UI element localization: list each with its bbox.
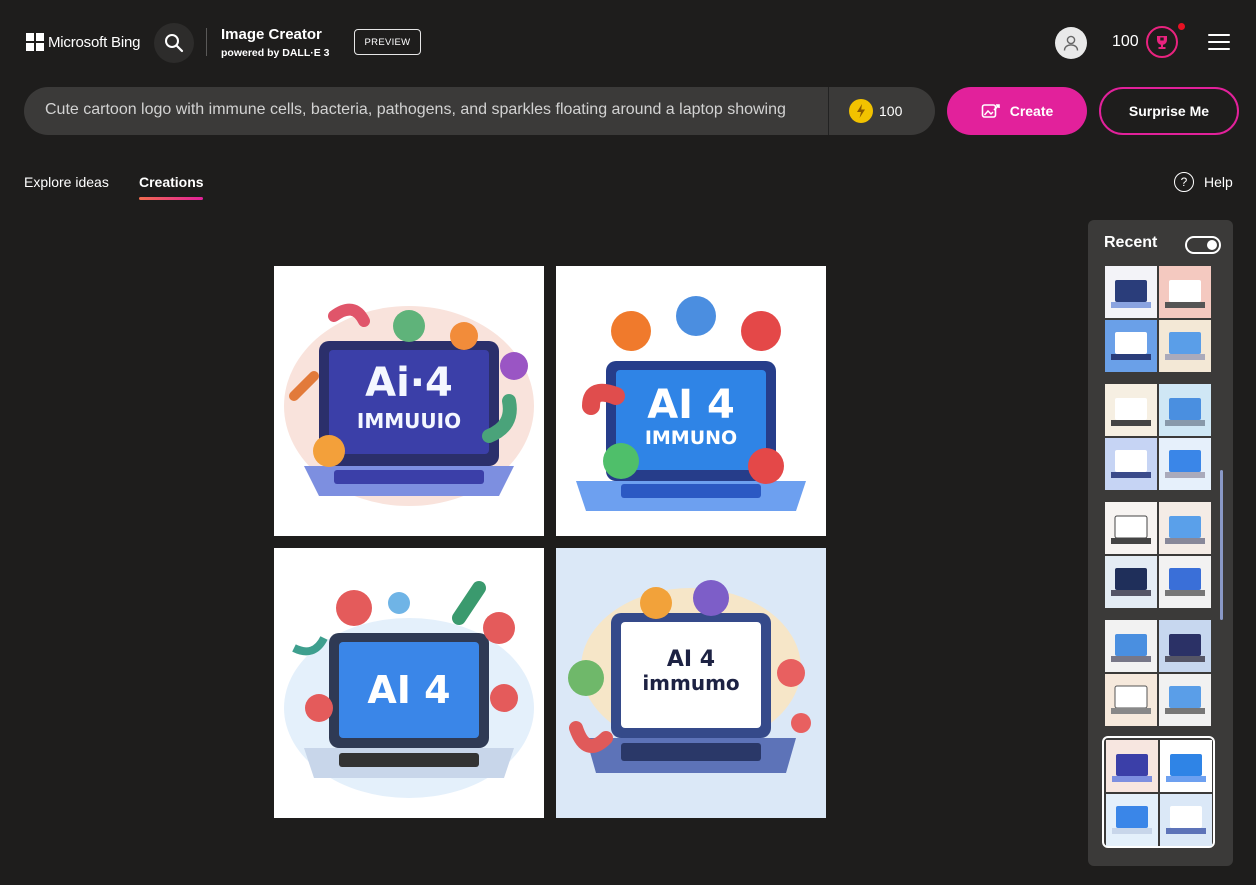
generated-image-2[interactable]: AI 4 IMMUNO — [556, 266, 826, 536]
generated-image-1[interactable]: Ai·4 IMMUUIO — [274, 266, 544, 536]
recent-thumb — [1159, 556, 1211, 608]
header-divider — [206, 28, 207, 56]
recent-thumb — [1159, 438, 1211, 490]
bing-logo[interactable]: Microsoft Bing — [26, 33, 140, 51]
search-icon — [165, 34, 184, 53]
recent-scrollbar[interactable] — [1220, 470, 1223, 620]
help-label: Help — [1204, 174, 1233, 190]
recent-thumb — [1160, 794, 1212, 846]
recent-panel: Recent — [1088, 220, 1233, 866]
tab-creations[interactable]: Creations — [139, 174, 204, 190]
recent-thumb — [1159, 266, 1211, 318]
help-button[interactable]: ? Help — [1174, 172, 1233, 192]
rewards-trophy-icon — [1157, 36, 1167, 49]
notification-dot — [1178, 23, 1185, 30]
create-label: Create — [1009, 103, 1054, 119]
prompt-divider — [828, 87, 829, 135]
recent-group-2[interactable] — [1105, 384, 1211, 490]
image-2-text-line2: IMMUNO — [645, 427, 737, 449]
recent-thumb — [1106, 794, 1158, 846]
rewards-button[interactable] — [1146, 26, 1178, 58]
preview-badge: PREVIEW — [354, 29, 421, 55]
image-4-text-line1: AI 4 — [667, 647, 715, 672]
rewards-count[interactable]: 100 — [1112, 33, 1139, 51]
generated-image-3[interactable]: AI 4 — [274, 548, 544, 818]
image-3-text-line1: AI 4 — [367, 668, 450, 712]
tab-explore-ideas[interactable]: Explore ideas — [24, 174, 109, 190]
image-2-text-line1: AI 4 — [647, 382, 735, 428]
profile-avatar[interactable] — [1055, 27, 1087, 59]
recent-thumb — [1105, 674, 1157, 726]
recent-thumb — [1159, 674, 1211, 726]
active-tab-indicator — [139, 197, 203, 200]
recent-thumb — [1105, 502, 1157, 554]
recent-title: Recent — [1104, 234, 1158, 251]
search-button[interactable] — [154, 23, 194, 63]
recent-thumb — [1160, 740, 1212, 792]
recent-toggle[interactable] — [1185, 236, 1221, 254]
recent-thumb — [1105, 266, 1157, 318]
powered-by-label: powered by DALL·E 3 — [221, 47, 330, 59]
microsoft-logo-icon — [26, 33, 44, 51]
generated-image-4[interactable]: AI 4 immumo — [556, 548, 826, 818]
recent-thumb — [1105, 556, 1157, 608]
create-image-icon — [981, 104, 1000, 118]
recent-thumb — [1159, 320, 1211, 372]
boost-coin-icon — [849, 99, 873, 123]
brand-name: Microsoft Bing — [48, 33, 141, 51]
recent-group-current[interactable] — [1102, 736, 1215, 848]
user-icon — [1063, 35, 1079, 51]
recent-thumb — [1105, 384, 1157, 436]
recent-thumb — [1159, 384, 1211, 436]
recent-thumb — [1159, 620, 1211, 672]
recent-group-1[interactable] — [1105, 266, 1211, 372]
image-4-text-line2: immumo — [642, 671, 739, 695]
prompt-input-container[interactable]: Cute cartoon logo with immune cells, bac… — [24, 87, 935, 135]
recent-thumb — [1106, 740, 1158, 792]
recent-thumb — [1105, 620, 1157, 672]
recent-thumb — [1105, 320, 1157, 372]
help-icon: ? — [1174, 172, 1194, 192]
recent-group-3[interactable] — [1105, 502, 1211, 608]
recent-thumb — [1105, 438, 1157, 490]
menu-button[interactable] — [1208, 34, 1230, 50]
boost-count: 100 — [879, 103, 903, 119]
recent-group-4[interactable] — [1105, 620, 1211, 726]
surprise-me-button[interactable]: Surprise Me — [1099, 87, 1239, 135]
recent-thumb — [1159, 502, 1211, 554]
header-bar: Microsoft Bing Image Creator powered by … — [0, 0, 1256, 85]
create-button[interactable]: Create — [947, 87, 1087, 135]
image-1-text-line2: IMMUUIO — [357, 409, 461, 433]
app-title[interactable]: Image Creator — [221, 26, 322, 43]
image-1-text-line1: Ai·4 — [365, 360, 453, 406]
prompt-input[interactable]: Cute cartoon logo with immune cells, bac… — [45, 101, 785, 119]
